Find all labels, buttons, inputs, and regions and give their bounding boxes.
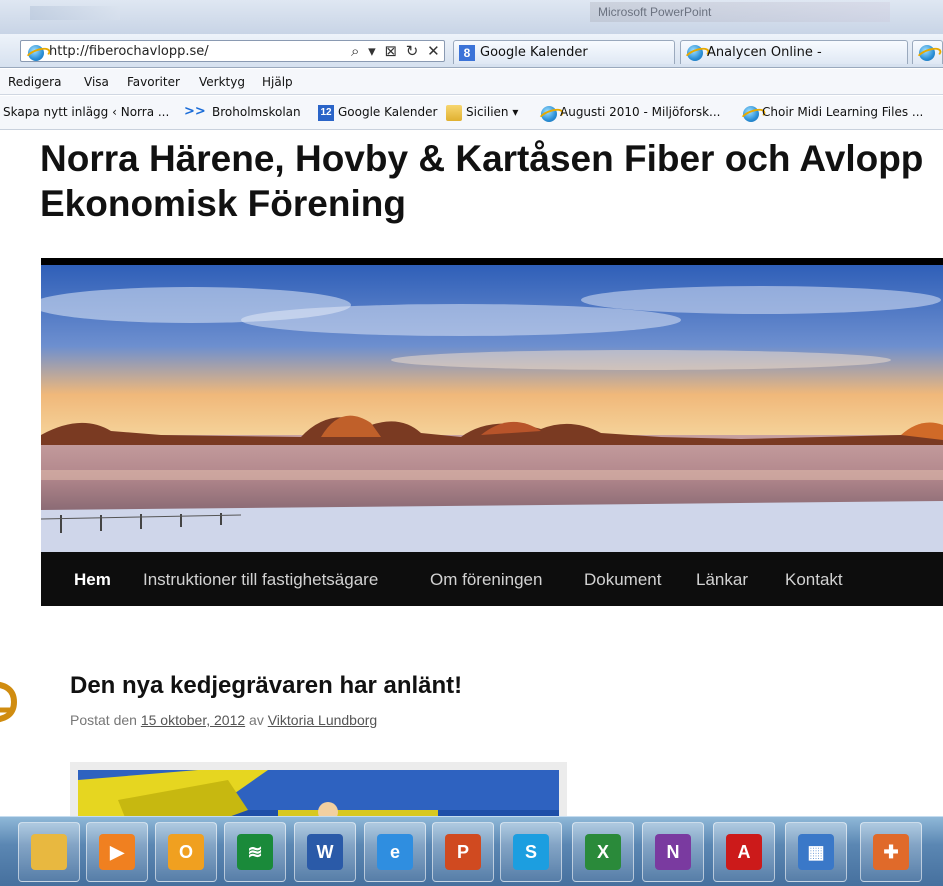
taskbar-button-remote-desktop[interactable]: ▦ [785,822,847,882]
taskbar-button-word[interactable]: W [294,822,356,882]
taskbar-button-skype[interactable]: S [500,822,562,882]
favorites-bar: Skapa nytt inlägg ‹ Norra ... >> Broholm… [0,96,943,130]
taskbar-button-powerpoint[interactable]: P [432,822,494,882]
excel-icon: X [585,834,621,870]
menu-redigera[interactable]: Redigera [8,75,61,89]
taskbar-button-excel[interactable]: X [572,822,634,882]
site-title[interactable]: Norra Härene, Hovby & Kartåsen Fiber och… [40,136,935,226]
address-url[interactable]: http://fiberochavlopp.se/ [49,44,209,59]
nav-dokument[interactable]: Dokument [584,570,661,590]
address-bar[interactable]: http://fiberochavlopp.se/ ⌕ ▾ ⊠ ↻ ✕ [20,40,445,62]
favorite-google-kalender[interactable]: Google Kalender [338,105,437,119]
ie-page-icon [918,44,936,62]
favorite-choir[interactable]: Choir Midi Learning Files ... [762,105,923,119]
header-banner-image [41,258,943,552]
favorite-sicilien[interactable]: Sicilien ▾ [466,105,518,119]
author-link[interactable]: Viktoria Lundborg [268,712,377,728]
menu-verktyg[interactable]: Verktyg [199,75,245,89]
back-forward-ghost [30,6,120,20]
favorite-broholmskolan[interactable]: Broholmskolan [212,105,301,119]
menu-hjalp[interactable]: Hjälp [262,75,293,89]
window-title-bar: Microsoft PowerPoint [0,0,943,34]
spotify-icon: ≋ [237,834,273,870]
screen: Microsoft PowerPoint http://fiberochavlo… [0,0,943,886]
address-controls[interactable]: ⌕ ▾ ⊠ ↻ ✕ [351,42,442,60]
meta-by: av [249,712,264,728]
onenote-icon: N [655,834,691,870]
file-explorer-icon [31,834,67,870]
powerpoint-icon: P [445,834,481,870]
menu-bar: Redigera Visa Favoriter Verktyg Hjälp [0,69,943,95]
meta-prefix: Postat den [70,712,137,728]
ie-page-icon [742,105,759,122]
post-title[interactable]: Den nya kedjegrävaren har anlänt! [70,672,462,700]
nav-om-foreningen[interactable]: Om föreningen [430,570,542,590]
browser-toolbar: http://fiberochavlopp.se/ ⌕ ▾ ⊠ ↻ ✕ 8 Go… [0,34,943,68]
ie-page-icon [540,105,557,122]
taskbar-button-media-player[interactable]: ▶ [86,822,148,882]
tab-label: Google Kalender [480,45,588,60]
folder-icon [446,105,462,121]
tab-analycen[interactable]: Analycen Online - [680,40,908,64]
remote-desktop-icon: ▦ [798,834,834,870]
acrobat-icon: A [726,834,762,870]
main-navigation: Hem Instruktioner till fastighetsägare O… [41,552,943,606]
post-date-link[interactable]: 15 oktober, 2012 [141,712,245,728]
favorite-skapa[interactable]: Skapa nytt inlägg ‹ Norra ... [3,105,169,119]
word-icon: W [307,834,343,870]
taskbar-button-acrobat[interactable]: A [713,822,775,882]
calendar-12-icon: 12 [318,105,334,121]
internet-explorer-icon: e [377,834,413,870]
background-window-fragment [0,672,22,752]
menu-favoriter[interactable]: Favoriter [127,75,180,89]
menu-visa[interactable]: Visa [84,75,109,89]
google-calendar-icon: 8 [459,45,475,61]
orange-letter-fragment [0,681,18,723]
window-title: Microsoft PowerPoint [590,2,890,22]
favorite-augusti[interactable]: Augusti 2010 - Miljöforsk... [560,105,720,119]
ie-page-icon [686,44,704,62]
taskbar-button-onenote[interactable]: N [642,822,704,882]
taskbar-button-internet-explorer[interactable]: e [364,822,426,882]
nav-kontakt[interactable]: Kontakt [785,570,843,590]
double-chevron-icon: >> [184,104,206,119]
taskbar-button-file-explorer[interactable] [18,822,80,882]
landscape-photo [41,265,943,552]
taskbar-button-outlook[interactable]: O [155,822,217,882]
tab-label: Analycen Online - [707,45,822,60]
tab-new[interactable] [912,40,943,64]
nav-instruktioner[interactable]: Instruktioner till fastighetsägare [143,570,378,590]
outlook-icon: O [168,834,204,870]
taskbar-button-windows-app[interactable]: ✚ [860,822,922,882]
skype-icon: S [513,834,549,870]
media-player-icon: ▶ [99,834,135,870]
post-meta: Postat den 15 oktober, 2012 av Viktoria … [70,712,377,728]
taskbar-button-spotify[interactable]: ≋ [224,822,286,882]
tab-google-kalender[interactable]: 8 Google Kalender [453,40,675,64]
nav-hem[interactable]: Hem [74,570,111,590]
ie-page-icon [27,44,45,62]
nav-lankar[interactable]: Länkar [696,570,748,590]
windows-app-icon: ✚ [873,834,909,870]
